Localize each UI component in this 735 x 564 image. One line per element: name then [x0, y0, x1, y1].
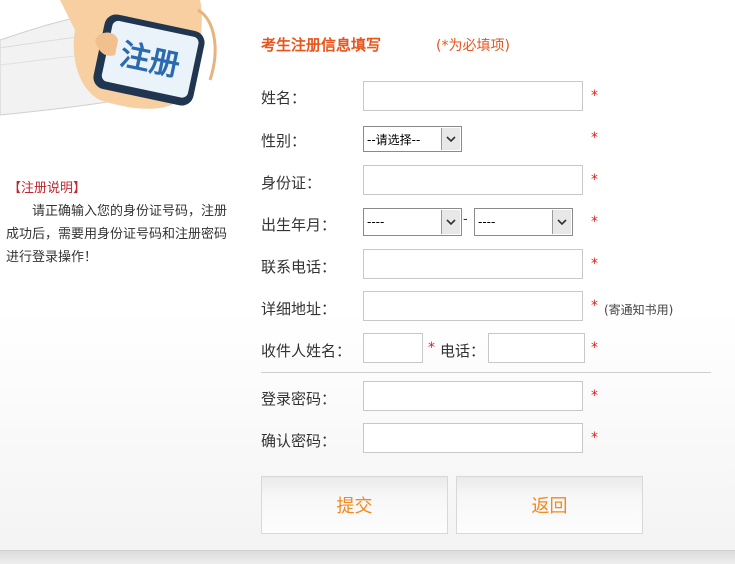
- required-note: (*为必填项): [436, 38, 510, 54]
- birth-year-select[interactable]: ----: [363, 208, 462, 236]
- form-header: 考生注册信息填写 (*为必填项): [261, 34, 510, 55]
- name-required-mark: *: [591, 88, 598, 104]
- chevron-down-icon: [552, 210, 571, 234]
- divider: [261, 372, 711, 373]
- recipient-phone-required-mark: *: [591, 340, 598, 356]
- password-input[interactable]: [363, 381, 583, 411]
- birth-month-value: ----: [478, 215, 496, 229]
- confirm-password-label: 确认密码：: [261, 432, 337, 450]
- address-label: 详细地址：: [261, 300, 337, 318]
- phone-label: 联系电话：: [261, 258, 337, 276]
- left-panel: 注册 【注册说明】 请正确输入您的身份证号码，注册成功后，需要用身份证号码和注册…: [0, 0, 240, 545]
- confirm-password-input[interactable]: [363, 423, 583, 453]
- recipient-required-mark: *: [428, 340, 435, 356]
- id-required-mark: *: [591, 172, 598, 188]
- gender-select-value: --请选择--: [367, 132, 421, 147]
- name-label: 姓名：: [261, 89, 307, 107]
- birth-dash: -: [463, 212, 468, 227]
- phone-hand-illustration: 注册: [0, 0, 217, 116]
- id-input[interactable]: [363, 165, 583, 195]
- chevron-down-icon: [441, 128, 460, 150]
- gender-required-mark: *: [591, 130, 598, 146]
- recipient-name-input[interactable]: [363, 333, 423, 363]
- recipient-label: 收件人姓名：: [261, 342, 352, 360]
- form-title: 考生注册信息填写: [261, 36, 382, 54]
- birth-label: 出生年月：: [261, 216, 337, 234]
- bottom-bar: [0, 550, 735, 564]
- id-label: 身份证：: [261, 174, 322, 192]
- birth-month-select[interactable]: ----: [474, 208, 573, 236]
- submit-button[interactable]: 提交: [261, 476, 448, 534]
- password-label: 登录密码：: [261, 390, 337, 408]
- birth-required-mark: *: [591, 214, 598, 230]
- notes-title: 【注册说明】: [8, 181, 87, 196]
- phone-input[interactable]: [363, 249, 583, 279]
- notes-body: 请正确输入您的身份证号码，注册成功后，需要用身份证号码和注册密码进行登录操作！: [6, 204, 228, 265]
- back-button[interactable]: 返回: [456, 476, 643, 534]
- recipient-phone-input[interactable]: [488, 333, 585, 363]
- address-hint: (寄通知书用): [604, 303, 674, 317]
- name-input[interactable]: [363, 81, 583, 111]
- phone-required-mark: *: [591, 256, 598, 272]
- confirm-required-mark: *: [591, 430, 598, 446]
- gender-select[interactable]: --请选择--: [363, 126, 462, 152]
- address-input[interactable]: [363, 291, 583, 321]
- gender-label: 性别：: [261, 132, 307, 150]
- password-required-mark: *: [591, 388, 598, 404]
- address-required-mark: *: [591, 298, 598, 314]
- recipient-phone-label: 电话：: [440, 342, 486, 360]
- chevron-down-icon: [441, 210, 460, 234]
- birth-year-value: ----: [367, 215, 385, 229]
